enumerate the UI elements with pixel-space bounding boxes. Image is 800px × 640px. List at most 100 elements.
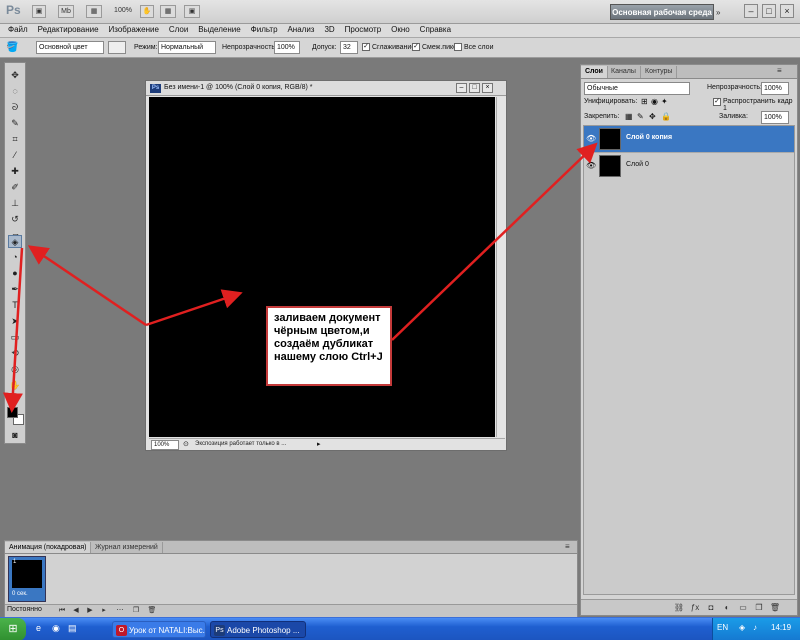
adjustment-layer-icon[interactable]: ◐ bbox=[721, 602, 733, 614]
quick-mask-icon[interactable]: ◙ bbox=[8, 429, 22, 442]
panel-menu-icon[interactable]: ≡ bbox=[777, 66, 782, 75]
lock-all-icon[interactable]: 🔒 bbox=[661, 112, 671, 121]
delete-layer-icon[interactable]: 🗑 bbox=[769, 602, 781, 614]
menu-filter[interactable]: Фильтр bbox=[251, 25, 278, 34]
tab-animation[interactable]: Анимация (покадровая) bbox=[5, 542, 92, 553]
play-icon[interactable]: ▶ bbox=[85, 606, 95, 616]
taskbar-opera-window[interactable]: O Урок от NATALI:Выс... bbox=[112, 621, 206, 638]
quicklaunch-media-icon[interactable]: ◉ bbox=[52, 623, 60, 634]
quicklaunch-ie-icon[interactable]: e bbox=[36, 623, 41, 633]
contiguous-checkbox[interactable]: ✓ bbox=[412, 43, 420, 51]
tab-channels[interactable]: Каналы bbox=[607, 66, 641, 78]
link-layers-icon[interactable]: ⛓ bbox=[673, 602, 685, 614]
arrange-documents-button[interactable]: ▦ bbox=[160, 5, 176, 18]
eye-icon[interactable]: 👁 bbox=[586, 161, 596, 171]
mini-bridge-button[interactable]: Mb bbox=[58, 5, 74, 18]
all-layers-checkbox[interactable] bbox=[454, 43, 462, 51]
start-button[interactable]: ⊞ bbox=[0, 618, 26, 640]
document-titlebar[interactable]: Ps Без имени-1 @ 100% (Слой 0 копия, RGB… bbox=[146, 81, 506, 96]
tab-paths[interactable]: Контуры bbox=[641, 66, 678, 78]
frame-delay[interactable]: 0 сек. bbox=[12, 591, 28, 597]
clone-stamp-tool-icon[interactable]: ⊥ bbox=[8, 197, 22, 210]
animation-frame[interactable]: 1 0 сек. bbox=[8, 556, 46, 602]
hand-tool-button[interactable]: ✋ bbox=[140, 5, 154, 18]
prev-frame-icon[interactable]: ◀ bbox=[71, 606, 81, 616]
menu-select[interactable]: Выделение bbox=[198, 25, 240, 34]
3d-rotate-tool-icon[interactable]: ⟲ bbox=[8, 347, 22, 360]
lasso-tool-icon[interactable]: ᘐ bbox=[8, 101, 22, 114]
marquee-tool-icon[interactable]: ◌ bbox=[8, 85, 22, 98]
workspace-arrow-icon[interactable]: » bbox=[716, 8, 720, 17]
layer-row[interactable]: 👁 Слой 0 bbox=[584, 152, 794, 178]
new-group-icon[interactable]: ▭ bbox=[737, 602, 749, 614]
tween-icon[interactable]: ⋯ bbox=[115, 606, 125, 616]
zoom-input[interactable]: 100% bbox=[151, 440, 179, 450]
delete-frame-icon[interactable]: 🗑 bbox=[147, 606, 157, 616]
propagate-frame-checkbox[interactable]: ✓ bbox=[713, 98, 721, 106]
move-tool-icon[interactable]: ✥ bbox=[8, 69, 22, 82]
fill-input[interactable]: 100% bbox=[761, 111, 789, 124]
paint-bucket-icon[interactable]: 🪣 bbox=[6, 41, 18, 54]
foreground-color-swatch[interactable] bbox=[7, 407, 18, 418]
3d-camera-tool-icon[interactable]: ◎ bbox=[8, 363, 22, 376]
tab-measurement-log[interactable]: Журнал измерений bbox=[91, 542, 163, 553]
lock-pixels-icon[interactable]: ✎ bbox=[637, 112, 644, 121]
lock-transparent-icon[interactable]: ▦ bbox=[625, 112, 633, 121]
unify-position-icon[interactable]: ⊞ bbox=[641, 97, 648, 106]
status-arrow-icon[interactable]: ▸ bbox=[317, 440, 321, 448]
healing-brush-tool-icon[interactable]: ✚ bbox=[8, 165, 22, 178]
layer-style-icon[interactable]: ƒx bbox=[689, 602, 701, 614]
eyedropper-tool-icon[interactable]: ⁄ bbox=[8, 149, 22, 162]
antialias-checkbox[interactable]: ✓ bbox=[362, 43, 370, 51]
layer-row[interactable]: 👁 Слой 0 копия bbox=[584, 126, 794, 152]
close-button[interactable]: × bbox=[780, 4, 794, 18]
doc-maximize-button[interactable]: □ bbox=[469, 83, 480, 93]
unify-style-icon[interactable]: ✦ bbox=[661, 97, 668, 106]
layer-blend-mode-select[interactable]: Обычные bbox=[584, 82, 690, 95]
zoom-level-select[interactable]: 100% bbox=[110, 5, 136, 18]
shape-tool-icon[interactable]: ▭ bbox=[8, 331, 22, 344]
quick-select-tool-icon[interactable]: ✎ bbox=[8, 117, 22, 130]
pattern-picker[interactable] bbox=[108, 41, 126, 54]
menu-file[interactable]: Файл bbox=[8, 25, 28, 34]
anim-panel-menu-icon[interactable]: ≡ bbox=[565, 542, 570, 551]
vertical-scrollbar[interactable] bbox=[496, 97, 506, 437]
path-select-tool-icon[interactable]: ➤ bbox=[8, 315, 22, 328]
tolerance-input[interactable]: 32 bbox=[340, 41, 358, 54]
zoom-tool-icon[interactable]: ⌕ bbox=[8, 393, 22, 406]
view-extras-button[interactable]: ▦ bbox=[86, 5, 102, 18]
hand-tool-icon[interactable]: ✋ bbox=[8, 379, 22, 392]
fill-source-select[interactable]: Основной цвет bbox=[36, 41, 104, 54]
type-tool-icon[interactable]: T bbox=[8, 299, 22, 312]
dodge-tool-icon[interactable]: ● bbox=[8, 267, 22, 280]
menu-help[interactable]: Справка bbox=[420, 25, 451, 34]
menu-3d[interactable]: 3D bbox=[324, 25, 334, 34]
doc-close-button[interactable]: × bbox=[482, 83, 493, 93]
first-frame-icon[interactable]: ⏮ bbox=[57, 606, 67, 616]
language-indicator[interactable]: EN bbox=[717, 623, 728, 632]
blur-tool-icon[interactable]: ◔ bbox=[8, 251, 22, 264]
screen-mode-button[interactable]: ▣ bbox=[184, 5, 200, 18]
crop-tool-icon[interactable]: ⌗ bbox=[8, 133, 22, 146]
doc-minimize-button[interactable]: – bbox=[456, 83, 467, 93]
menu-image[interactable]: Изображение bbox=[109, 25, 159, 34]
status-info-icon[interactable]: ⊙ bbox=[183, 440, 189, 448]
opacity-input[interactable]: 100% bbox=[274, 41, 300, 54]
eye-icon[interactable]: 👁 bbox=[586, 134, 596, 144]
menu-view[interactable]: Просмотр bbox=[345, 25, 382, 34]
new-layer-icon[interactable]: ❐ bbox=[753, 602, 765, 614]
workspace-button[interactable]: Основная рабочая среда bbox=[610, 4, 714, 20]
menu-layer[interactable]: Слои bbox=[169, 25, 188, 34]
tray-volume-icon[interactable]: ♪ bbox=[753, 623, 757, 632]
minimize-button[interactable]: – bbox=[744, 4, 758, 18]
taskbar-photoshop-window[interactable]: Ps Adobe Photoshop ... bbox=[210, 621, 306, 638]
tab-layers[interactable]: Слои bbox=[581, 66, 608, 78]
quicklaunch-desktop-icon[interactable]: ▤ bbox=[68, 623, 77, 634]
unify-visibility-icon[interactable]: ◉ bbox=[651, 97, 658, 106]
menu-edit[interactable]: Редактирование bbox=[38, 25, 99, 34]
history-brush-tool-icon[interactable]: ↺ bbox=[8, 213, 22, 226]
launch-bridge-button[interactable]: ▣ bbox=[32, 5, 46, 18]
layer-opacity-input[interactable]: 100% bbox=[761, 82, 789, 95]
menu-analysis[interactable]: Анализ bbox=[287, 25, 314, 34]
lock-position-icon[interactable]: ✥ bbox=[649, 112, 656, 121]
